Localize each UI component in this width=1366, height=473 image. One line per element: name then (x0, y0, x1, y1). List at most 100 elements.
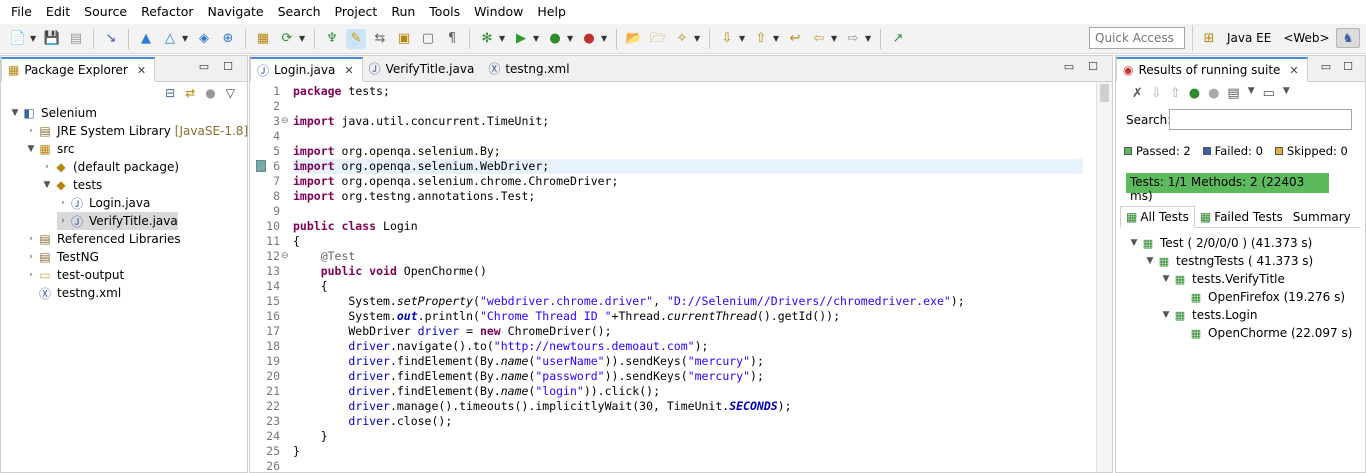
open-task-icon[interactable]: 🗁 (648, 29, 668, 49)
tab-verifytitle-java[interactable]: Ⓙ VerifyTitle.java (362, 56, 483, 81)
code-line[interactable]: { (293, 279, 328, 294)
tree-item[interactable]: › ▤ JRE System Library [JavaSE-1.8] (25, 122, 248, 140)
link-with-editor-icon[interactable]: ⇄ (185, 86, 195, 100)
tree-item[interactable]: ▼ ◧ Selenium (9, 104, 97, 122)
coverage-icon[interactable]: ● (545, 29, 565, 49)
chevron-down-icon[interactable]: ▼ (9, 108, 21, 118)
show-whitespace-icon[interactable]: ¶ (442, 29, 462, 49)
result-tree-item[interactable]: ▼ ▦ testngTests ( 41.373 s) (1144, 252, 1314, 270)
code-line[interactable]: } (293, 429, 328, 444)
close-icon[interactable]: ✕ (344, 64, 353, 77)
code-line[interactable]: driver.findElement(By.name("password")).… (293, 369, 763, 384)
code-line[interactable]: package tests; (293, 84, 390, 99)
menu-navigate[interactable]: Navigate (201, 0, 271, 24)
chevron-right-icon[interactable]: › (25, 270, 37, 280)
code-line[interactable]: @Test (293, 249, 356, 264)
new-icon[interactable]: 📄 (8, 29, 28, 49)
menu-source[interactable]: Source (77, 0, 134, 24)
chevron-right-icon[interactable]: › (25, 234, 37, 244)
previous-annotation-icon[interactable]: ⇧ (751, 29, 771, 49)
tree-item[interactable]: › ▤ TestNG (25, 248, 99, 266)
new-class-icon[interactable]: ◈ (194, 29, 214, 49)
minimize-icon[interactable]: ▭ (1064, 60, 1074, 73)
rerun-icon[interactable]: ● (1189, 86, 1200, 101)
result-tree-item[interactable]: ▦ OpenFirefox (19.276 s) (1176, 288, 1345, 306)
refresh-icon[interactable]: ⟳ (277, 29, 297, 49)
chevron-down-icon[interactable]: ▼ (25, 144, 37, 154)
run-icon[interactable]: ▶ (511, 29, 531, 49)
close-icon[interactable]: ✕ (137, 64, 146, 77)
code-line[interactable]: driver.findElement(By.name("userName")).… (293, 354, 763, 369)
rerun-failed-icon[interactable]: ● (1208, 86, 1219, 101)
tab-all-tests[interactable]: ▦ All Tests (1120, 206, 1195, 228)
code-line[interactable]: WebDriver driver = new ChromeDriver(); (293, 324, 611, 339)
collapse-all-icon[interactable]: ⊟ (165, 86, 175, 100)
chevron-right-icon[interactable]: › (41, 162, 53, 172)
layout-icon[interactable]: ▭ (1263, 86, 1275, 101)
tree-item[interactable]: ▼ ▦ src (25, 140, 75, 158)
save-icon[interactable]: 💾 (42, 29, 62, 49)
result-tree-item[interactable]: ▼ ▦ tests.VerifyTitle (1160, 270, 1285, 288)
last-edit-icon[interactable]: ↩ (785, 29, 805, 49)
code-line[interactable]: public class Login (293, 219, 418, 234)
tree-item[interactable]: ▼ ◆ tests (41, 176, 103, 194)
menu-tools[interactable]: Tools (422, 0, 467, 24)
menu-run[interactable]: Run (384, 0, 422, 24)
scrollbar-thumb[interactable] (1100, 84, 1109, 102)
close-icon[interactable]: ✕ (1289, 64, 1298, 77)
menu-search[interactable]: Search (271, 0, 328, 24)
result-tree-item[interactable]: ▼ ▦ tests.Login (1160, 306, 1258, 324)
code-line[interactable]: import org.openqa.selenium.chrome.Chrome… (293, 174, 618, 189)
perspective-java-icon[interactable]: ♞ (1335, 28, 1361, 48)
clear-results-icon[interactable]: ✗ (1132, 86, 1143, 101)
code-line[interactable]: driver.navigate().to("http://newtours.de… (293, 339, 708, 354)
chevron-right-icon[interactable]: › (25, 126, 37, 136)
code-area[interactable]: package tests; import java.util.concurren… (290, 82, 1096, 472)
fold-toggle-icon[interactable]: ⊖ (281, 114, 289, 129)
tree-item[interactable]: › Ⓙ Login.java (57, 194, 150, 212)
result-tree-item[interactable]: ▼ ▦ Test ( 2/0/0/0 ) (41.373 s) (1128, 234, 1313, 252)
bookmark-marker-icon[interactable] (256, 160, 266, 172)
code-line[interactable]: import org.testng.annotations.Test; (293, 189, 535, 204)
menu-refactor[interactable]: Refactor (134, 0, 200, 24)
minimize-icon[interactable]: ▭ (199, 60, 209, 73)
code-line[interactable]: { (293, 234, 300, 249)
chevron-right-icon[interactable]: › (57, 198, 69, 208)
view-menu-icon[interactable]: ▼ (1283, 86, 1290, 101)
maximize-icon[interactable]: ☐ (1088, 60, 1098, 73)
view-menu-icon[interactable]: ▽ (226, 86, 235, 100)
build-icon[interactable]: ▦ (253, 29, 273, 49)
external-tools-icon[interactable]: ● (579, 29, 599, 49)
tab-testng-xml[interactable]: Ⓧ testng.xml (482, 56, 578, 81)
new-server-icon[interactable]: △ (160, 29, 180, 49)
perspective-web[interactable]: <Web> (1277, 29, 1335, 47)
code-line[interactable]: import org.openqa.selenium.By; (293, 144, 501, 159)
highlight-icon[interactable]: ✎ (346, 28, 366, 49)
code-line[interactable]: } (293, 444, 300, 459)
menu-edit[interactable]: Edit (39, 0, 77, 24)
minimize-icon[interactable]: ▭ (1321, 60, 1331, 73)
show-block-icon[interactable]: ▢ (418, 29, 438, 49)
tree-item[interactable]: › Ⓙ VerifyTitle.java (57, 212, 178, 230)
open-perspective-icon[interactable]: ⊞ (1199, 28, 1219, 48)
menu-window[interactable]: Window (467, 0, 530, 24)
pin-icon[interactable]: ♆ (322, 29, 342, 49)
previous-failure-icon[interactable]: ⇧ (1170, 86, 1181, 101)
chevron-right-icon[interactable]: › (57, 216, 69, 226)
focus-icon[interactable]: ● (205, 86, 215, 100)
vertical-scrollbar[interactable] (1096, 82, 1112, 472)
code-line[interactable]: public void OpenChorme() (293, 264, 487, 279)
menu-file[interactable]: File (4, 0, 39, 24)
tree-item[interactable]: › ▭ test-output (25, 266, 124, 284)
code-line[interactable]: driver.findElement(By.name("login")).cli… (293, 384, 660, 399)
debug-icon[interactable]: ✻ (477, 29, 497, 49)
code-line[interactable]: driver.manage().timeouts().implicitlyWai… (293, 399, 791, 414)
tree-item[interactable]: › ▤ Referenced Libraries (25, 230, 181, 248)
code-line[interactable]: System.setProperty("webdriver.chrome.dri… (293, 294, 964, 309)
next-failure-icon[interactable]: ⇩ (1151, 86, 1162, 101)
chevron-down-icon[interactable]: ▼ (1160, 274, 1172, 284)
chevron-down-icon[interactable]: ▼ (1144, 256, 1156, 266)
code-line[interactable]: import java.util.concurrent.TimeUnit; (293, 114, 549, 129)
menu-help[interactable]: Help (530, 0, 573, 24)
code-line[interactable]: System.out.println("Chrome Thread ID "+T… (293, 309, 840, 324)
